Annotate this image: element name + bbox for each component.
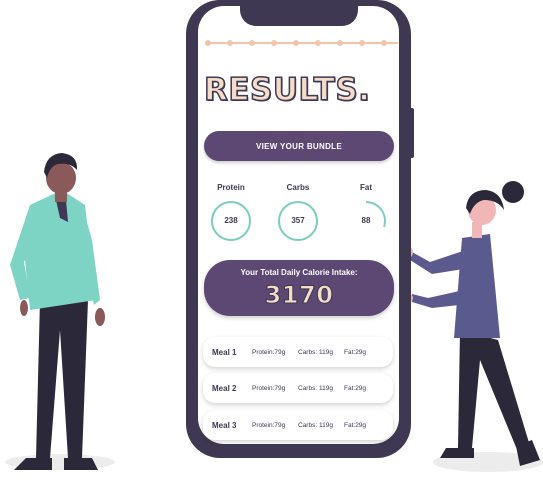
- phone-notch: [240, 0, 358, 26]
- meal-name: Meal 3: [212, 421, 237, 430]
- calorie-value: 3170: [264, 281, 334, 310]
- meal-protein: Protein:79g: [252, 349, 286, 356]
- macro-label-protein: Protein: [217, 183, 245, 192]
- progress-dot: [315, 40, 321, 46]
- meal-row[interactable]: Meal 1 Protein:79g Carbs: 119g Fat:29g: [203, 337, 393, 367]
- progress-dot: [205, 40, 211, 46]
- progress-dot: [293, 40, 299, 46]
- scene: RESULTS. VIEW YOUR BUNDLE Protein Carbs …: [0, 0, 543, 480]
- meal-fat: Fat:29g: [344, 349, 367, 356]
- progress-line: [205, 42, 398, 44]
- meal-row[interactable]: Meal 3 Protein:79g Carbs: 119g Fat:29g: [203, 410, 393, 440]
- progress-dot: [249, 40, 255, 46]
- meal-protein: Protein:79g: [252, 422, 286, 429]
- meal-carbs: Carbs: 119g: [298, 349, 333, 356]
- progress-dot: [227, 40, 233, 46]
- meal-carbs: Carbs: 119g: [298, 385, 333, 392]
- woman-illustration-icon: [403, 181, 543, 472]
- progress-dot: [381, 40, 387, 46]
- macro-value-protein: 238: [224, 216, 238, 225]
- man-illustration-icon: [5, 153, 115, 470]
- phone-side-button: [409, 108, 414, 158]
- view-bundle-button[interactable]: VIEW YOUR BUNDLE: [204, 131, 394, 161]
- meal-fat: Fat:29g: [344, 385, 367, 392]
- view-bundle-button-label: VIEW YOUR BUNDLE: [256, 141, 342, 151]
- macro-label-carbs: Carbs: [286, 183, 310, 192]
- macro-value-fat: 88: [361, 216, 371, 225]
- meal-row[interactable]: Meal 2 Protein:79g Carbs: 119g Fat:29g: [203, 373, 393, 403]
- progress-dot: [271, 40, 277, 46]
- progress-dot: [337, 40, 343, 46]
- meal-name: Meal 2: [212, 384, 237, 393]
- meal-carbs: Carbs: 119g: [298, 422, 333, 429]
- macro-label-fat: Fat: [360, 183, 372, 192]
- calorie-label: Your Total Daily Calorie Intake:: [240, 268, 358, 277]
- macro-value-carbs: 357: [291, 216, 305, 225]
- page-title: RESULTS.: [203, 71, 371, 109]
- progress-indicator: [205, 40, 398, 46]
- meal-name: Meal 1: [212, 348, 237, 357]
- meal-fat: Fat:29g: [344, 422, 367, 429]
- meal-protein: Protein:79g: [252, 385, 286, 392]
- progress-dot: [359, 40, 365, 46]
